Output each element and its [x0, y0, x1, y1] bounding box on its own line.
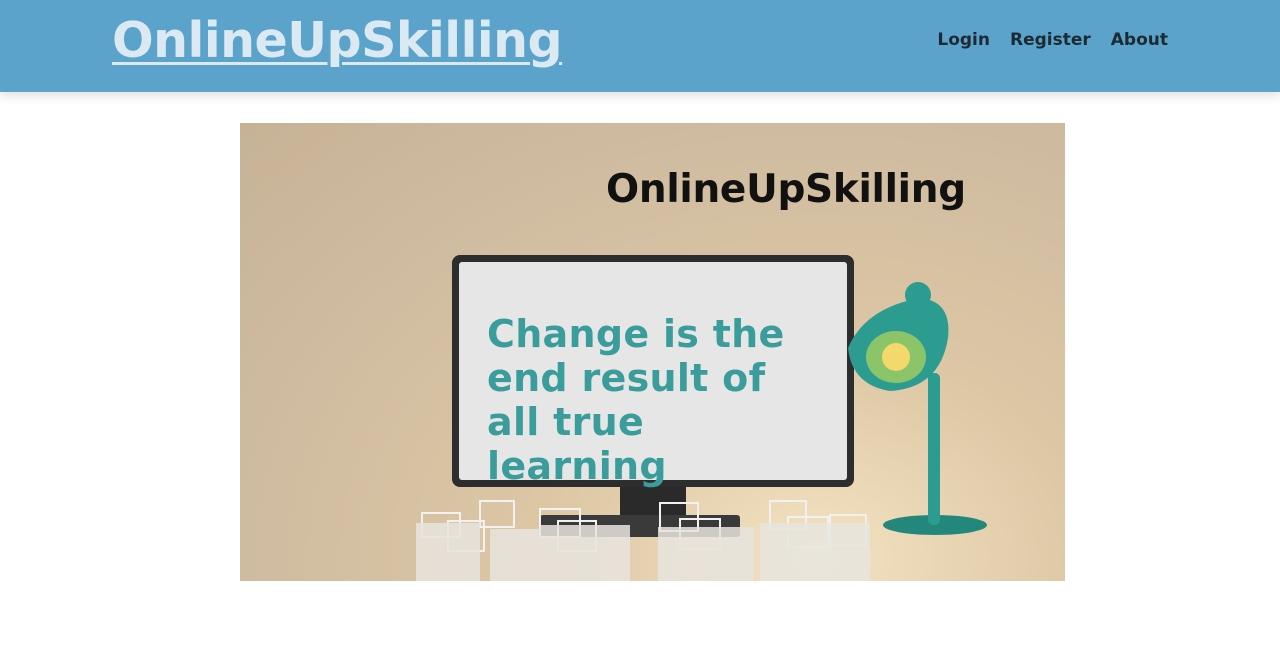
hero-title: OnlineUpSkilling [606, 167, 966, 212]
nav-login-link[interactable]: Login [937, 30, 990, 50]
nav-about-link[interactable]: About [1111, 30, 1168, 50]
top-navbar: OnlineUpSkilling Login Register About [0, 0, 1280, 92]
hero-banner-image: OnlineUpSkilling Change is the end resul… [240, 123, 1065, 581]
brand-link[interactable]: OnlineUpSkilling [112, 12, 563, 69]
nav-register-link[interactable]: Register [1010, 30, 1091, 50]
screen-quote: Change is the end result of all true lea… [487, 312, 785, 488]
nav-links: Login Register About [937, 30, 1168, 50]
